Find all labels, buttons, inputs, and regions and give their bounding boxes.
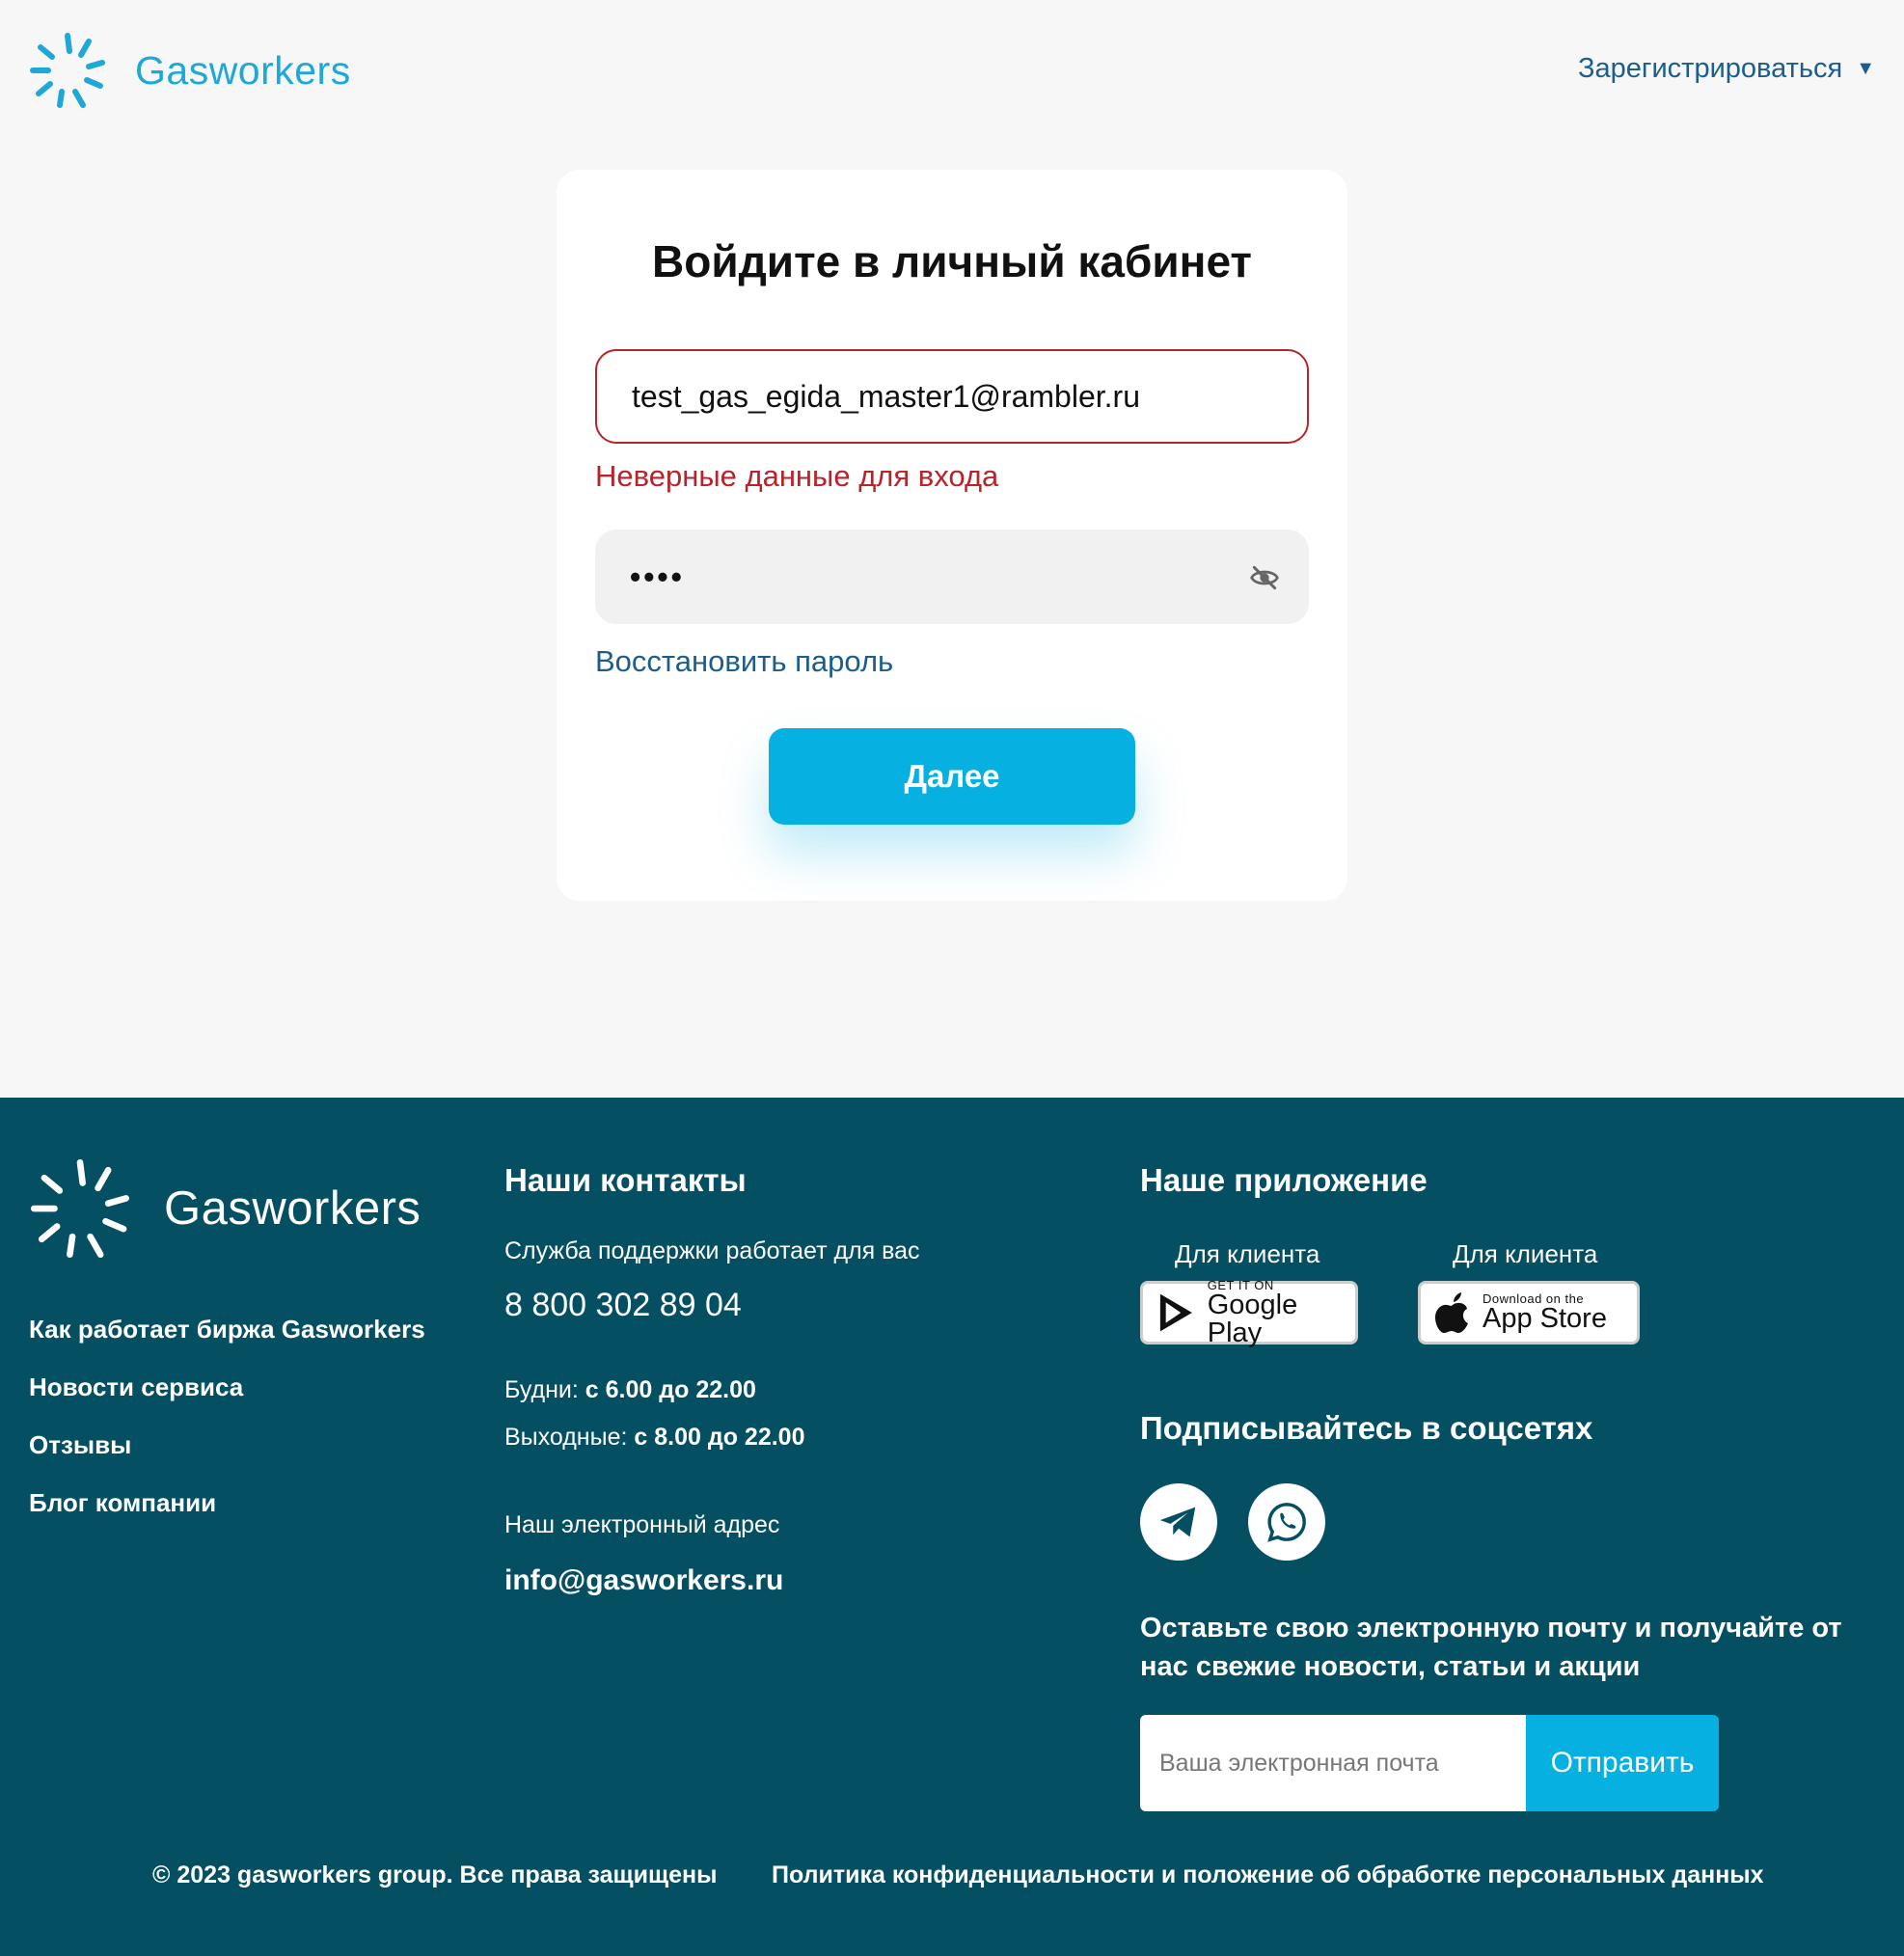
whatsapp-button[interactable]	[1248, 1483, 1325, 1561]
footer-link-blog[interactable]: Блог компании	[29, 1488, 425, 1518]
register-dropdown[interactable]: Зарегистрироваться ▼	[1578, 53, 1875, 85]
subscribe-form: Ваша электронная почта Отправить	[1140, 1715, 1873, 1811]
google-play-big-text: Google Play	[1207, 1289, 1298, 1348]
weekday-label: Будни:	[504, 1376, 579, 1403]
google-play-column: Для клиента GET IT ON Google Play	[1140, 1239, 1358, 1347]
apple-icon	[1435, 1292, 1468, 1333]
contacts-title: Наши контакты	[504, 1162, 747, 1198]
logo-text: Gasworkers	[135, 47, 351, 93]
contacts-section: Наши контакты Служба поддержки работает …	[504, 1162, 920, 1597]
register-label: Зарегистрироваться	[1577, 53, 1843, 84]
restore-password-link[interactable]: Восстановить пароль	[595, 644, 893, 679]
login-title: Войдите в личный кабинет	[652, 236, 1252, 286]
footer-link-news[interactable]: Новости сервиса	[29, 1372, 425, 1402]
email-input[interactable]: test_gas_egida_master1@rambler.ru	[595, 349, 1309, 444]
footer-logo[interactable]: Gasworkers	[29, 1157, 421, 1260]
footer-link-reviews[interactable]: Отзывы	[29, 1430, 425, 1460]
subscribe-email-input[interactable]: Ваша электронная почта	[1140, 1715, 1526, 1811]
subscribe-send-button[interactable]: Отправить	[1526, 1715, 1719, 1811]
weekday-value: с 6.00 до 22.00	[585, 1376, 756, 1403]
social-title: Подписывайтесь в соцсетях	[1140, 1410, 1593, 1446]
google-play-label: Для клиента	[1175, 1239, 1320, 1268]
google-play-badge[interactable]: GET IT ON Google Play	[1140, 1279, 1358, 1347]
telegram-button[interactable]	[1140, 1483, 1217, 1561]
login-card: Войдите в личный кабинет test_gas_egida_…	[557, 170, 1347, 901]
weekday-hours: Будни: с 6.00 до 22.00	[504, 1376, 920, 1404]
email-label: Наш электронный адрес	[504, 1511, 780, 1538]
next-button[interactable]: Далее	[769, 728, 1135, 825]
app-title: Наше приложение	[1140, 1162, 1428, 1198]
store-badges: Для клиента GET IT ON Google Play Для кл…	[1140, 1239, 1873, 1347]
site-footer: Gasworkers Как работает биржа Gasworkers…	[0, 1098, 1904, 1956]
footer-link-how-it-works[interactable]: Как работает биржа Gasworkers	[29, 1315, 425, 1345]
whatsapp-icon	[1267, 1503, 1306, 1542]
sunburst-logo-icon	[30, 33, 105, 108]
phone-number[interactable]: 8 800 302 89 04	[504, 1287, 920, 1324]
password-input[interactable]: ••••	[595, 530, 1309, 624]
weekend-value: с 8.00 до 22.00	[634, 1424, 805, 1451]
footer-logo-text: Gasworkers	[164, 1182, 422, 1235]
email-value: test_gas_egida_master1@rambler.ru	[632, 378, 1140, 414]
google-play-icon	[1159, 1293, 1192, 1332]
social-links	[1140, 1483, 1873, 1561]
telegram-icon	[1159, 1507, 1196, 1537]
contact-email-link[interactable]: info@gasworkers.ru	[504, 1564, 920, 1597]
caret-down-icon: ▼	[1856, 58, 1875, 79]
app-section: Наше приложение Для клиента GET IT ON Go…	[1140, 1162, 1873, 1811]
weekend-label: Выходные:	[504, 1424, 628, 1451]
app-store-text: Download on the App Store	[1482, 1292, 1607, 1333]
app-store-label: Для клиента	[1453, 1239, 1598, 1268]
header-logo[interactable]: Gasworkers	[29, 32, 351, 109]
google-play-text: GET IT ON Google Play	[1208, 1279, 1355, 1347]
sunburst-logo-icon	[30, 1158, 130, 1259]
site-header: Gasworkers Зарегистрироваться ▼	[0, 0, 1904, 140]
footer-links: Как работает биржа Gasworkers Новости се…	[29, 1315, 425, 1546]
copyright-text: © 2023 gasworkers group. Все права защищ…	[152, 1861, 718, 1888]
eye-off-icon[interactable]	[1249, 562, 1280, 593]
app-store-column: Для клиента Download on the App Store	[1418, 1239, 1640, 1345]
support-text: Служба поддержки работает для вас	[504, 1237, 920, 1264]
weekend-hours: Выходные: с 8.00 до 22.00	[504, 1424, 920, 1452]
app-store-big-text: App Store	[1482, 1303, 1607, 1334]
app-store-badge[interactable]: Download on the App Store	[1418, 1281, 1640, 1345]
privacy-policy-link[interactable]: Политика конфиденциальности и положение …	[772, 1861, 1764, 1889]
login-error-message: Неверные данные для входа	[595, 459, 999, 493]
password-value: ••••	[630, 558, 685, 594]
subscribe-text: Оставьте свою электронную почту и получа…	[1140, 1613, 1842, 1682]
